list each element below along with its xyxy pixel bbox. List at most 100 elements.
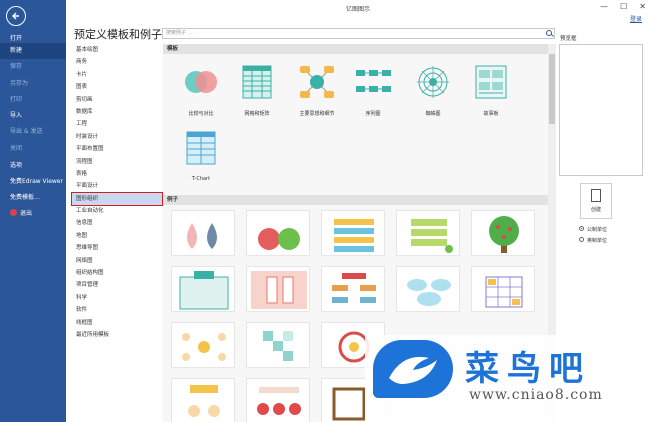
- example-thumbnail[interactable]: [171, 378, 235, 422]
- category-item[interactable]: 科学: [72, 292, 162, 304]
- template-spider[interactable]: 蜘蛛图: [403, 62, 463, 117]
- category-item[interactable]: 平面布置图: [72, 143, 162, 155]
- example-thumbnail[interactable]: [471, 266, 535, 312]
- category-item[interactable]: 组织结构图: [72, 267, 162, 279]
- nav-print[interactable]: 打印: [0, 92, 66, 108]
- back-button[interactable]: [6, 6, 26, 26]
- category-item[interactable]: 项目管理: [72, 279, 162, 291]
- category-item[interactable]: 基本绘图: [72, 44, 162, 56]
- scrollbar-thumb[interactable]: [549, 54, 555, 124]
- nav-free-templates[interactable]: 免费模板...: [0, 190, 66, 206]
- create-button-label: 创建: [590, 207, 601, 213]
- login-link[interactable]: 登录: [630, 14, 642, 23]
- radio-unchecked-icon[interactable]: [579, 237, 584, 242]
- nav-export-send[interactable]: 导出 & 发送: [0, 124, 66, 140]
- venn-icon: [185, 71, 217, 93]
- example-thumbnail[interactable]: [396, 266, 460, 312]
- category-item[interactable]: 数据库: [72, 106, 162, 118]
- category-item[interactable]: 信息图: [72, 217, 162, 229]
- example-drops-image: [187, 223, 217, 249]
- radio-checked-icon[interactable]: [579, 226, 584, 231]
- watermark: 菜鸟吧 www.cniao8.com: [365, 335, 650, 422]
- examples-section-header: 例子: [163, 195, 548, 205]
- unit-option-imperial[interactable]: 英制单位: [579, 237, 607, 244]
- category-item[interactable]: 地图: [72, 230, 162, 242]
- title-bar: 亿图图示 — ☐ ✕ 登录: [66, 0, 650, 23]
- template-label: 网格和矩阵: [244, 111, 270, 117]
- example-list-image: [334, 219, 374, 252]
- category-item[interactable]: 最近所用模板: [72, 329, 162, 341]
- template-label: 蜘蛛图: [425, 111, 441, 117]
- matrix-icon: [242, 65, 272, 99]
- example-teal-table-image: [179, 271, 229, 310]
- category-item[interactable]: 网络图: [72, 255, 162, 267]
- nav-options[interactable]: 选项: [0, 158, 66, 174]
- nav-import[interactable]: 导入: [0, 108, 66, 124]
- minimize-button[interactable]: —: [600, 2, 608, 11]
- nav-exit[interactable]: 退出: [0, 206, 66, 222]
- category-item[interactable]: 表格: [72, 168, 162, 180]
- category-item[interactable]: 线框图: [72, 317, 162, 329]
- example-mind-image: [182, 333, 226, 361]
- example-steps-image: [411, 219, 453, 253]
- example-thumbnail[interactable]: [396, 210, 460, 256]
- example-thumbnail[interactable]: [321, 266, 385, 312]
- example-strawberry-image: [257, 387, 301, 415]
- window-title: 亿图图示: [345, 6, 370, 13]
- close-button[interactable]: ✕: [639, 2, 646, 11]
- create-button[interactable]: 创建: [580, 183, 612, 219]
- category-item[interactable]: 图表: [72, 81, 162, 93]
- example-thumbnail[interactable]: [246, 378, 310, 422]
- template-label: 比较与对比: [188, 111, 214, 117]
- example-clouds-image: [407, 279, 451, 306]
- template-main-idea[interactable]: 主要思想和细节: [287, 62, 347, 117]
- category-item[interactable]: 软件: [72, 304, 162, 316]
- category-item[interactable]: 流程图: [72, 156, 162, 168]
- nav-exit-label: 退出: [20, 210, 33, 217]
- nav-save-as[interactable]: 另存为: [0, 76, 66, 92]
- example-thumbnail[interactable]: [246, 210, 310, 256]
- category-item[interactable]: 卡片: [72, 69, 162, 81]
- example-thumbnail[interactable]: [171, 266, 235, 312]
- example-thumbnail[interactable]: [171, 322, 235, 368]
- example-thumbnail[interactable]: [246, 322, 310, 368]
- category-item[interactable]: 工程: [72, 118, 162, 130]
- spider-icon: [417, 66, 449, 98]
- unit-option-label: 英制单位: [587, 238, 608, 244]
- unit-option-label: 公制单位: [587, 227, 608, 233]
- category-item[interactable]: 时装设计: [72, 131, 162, 143]
- arrow-left-icon: [12, 12, 19, 20]
- example-thumbnail[interactable]: [246, 266, 310, 312]
- template-compare-contrast[interactable]: 比较与对比: [171, 62, 231, 117]
- example-flow-image: [332, 273, 376, 303]
- template-label: 序列图: [365, 111, 381, 117]
- bird-logo: [373, 340, 453, 398]
- category-item[interactable]: 思维导图: [72, 242, 162, 254]
- search-icon[interactable]: [546, 30, 552, 36]
- example-thumbnail[interactable]: [471, 210, 535, 256]
- template-sequence[interactable]: 序列图: [343, 62, 403, 117]
- nav-close[interactable]: 关闭: [0, 141, 66, 157]
- example-apples-image: [258, 228, 300, 250]
- template-t-chart[interactable]: T-Chart: [171, 128, 231, 182]
- category-item[interactable]: 剪切画: [72, 94, 162, 106]
- category-item[interactable]: 商务: [72, 56, 162, 68]
- nav-save[interactable]: 保存: [0, 59, 66, 75]
- sequence-icon: [356, 70, 391, 92]
- exit-icon: [10, 209, 17, 216]
- category-item-selected[interactable]: 图形组织: [71, 191, 163, 207]
- example-thumbnail[interactable]: [321, 210, 385, 256]
- template-storyboard[interactable]: 故事板: [461, 62, 521, 117]
- search-input[interactable]: 搜索例子 . . .: [162, 28, 555, 39]
- unit-option-metric[interactable]: 公制单位: [579, 226, 607, 233]
- category-list: 基本绘图 商务 卡片 图表 剪切画 数据库 工程 时装设计 平面布置图 流程图 …: [71, 44, 163, 341]
- nav-new[interactable]: 新建: [0, 43, 66, 59]
- category-item[interactable]: 平面设计: [72, 180, 162, 192]
- category-item[interactable]: 工业自动化: [72, 205, 162, 217]
- example-thumbnail[interactable]: [171, 210, 235, 256]
- maximize-button[interactable]: ☐: [620, 2, 627, 11]
- template-grid-matrix[interactable]: 网格和矩阵: [227, 62, 287, 117]
- search-placeholder: 搜索例子 . . .: [166, 30, 196, 36]
- preview-label: 预览框: [560, 36, 577, 42]
- nav-free-viewer[interactable]: 免费Edraw Viewer: [0, 174, 66, 190]
